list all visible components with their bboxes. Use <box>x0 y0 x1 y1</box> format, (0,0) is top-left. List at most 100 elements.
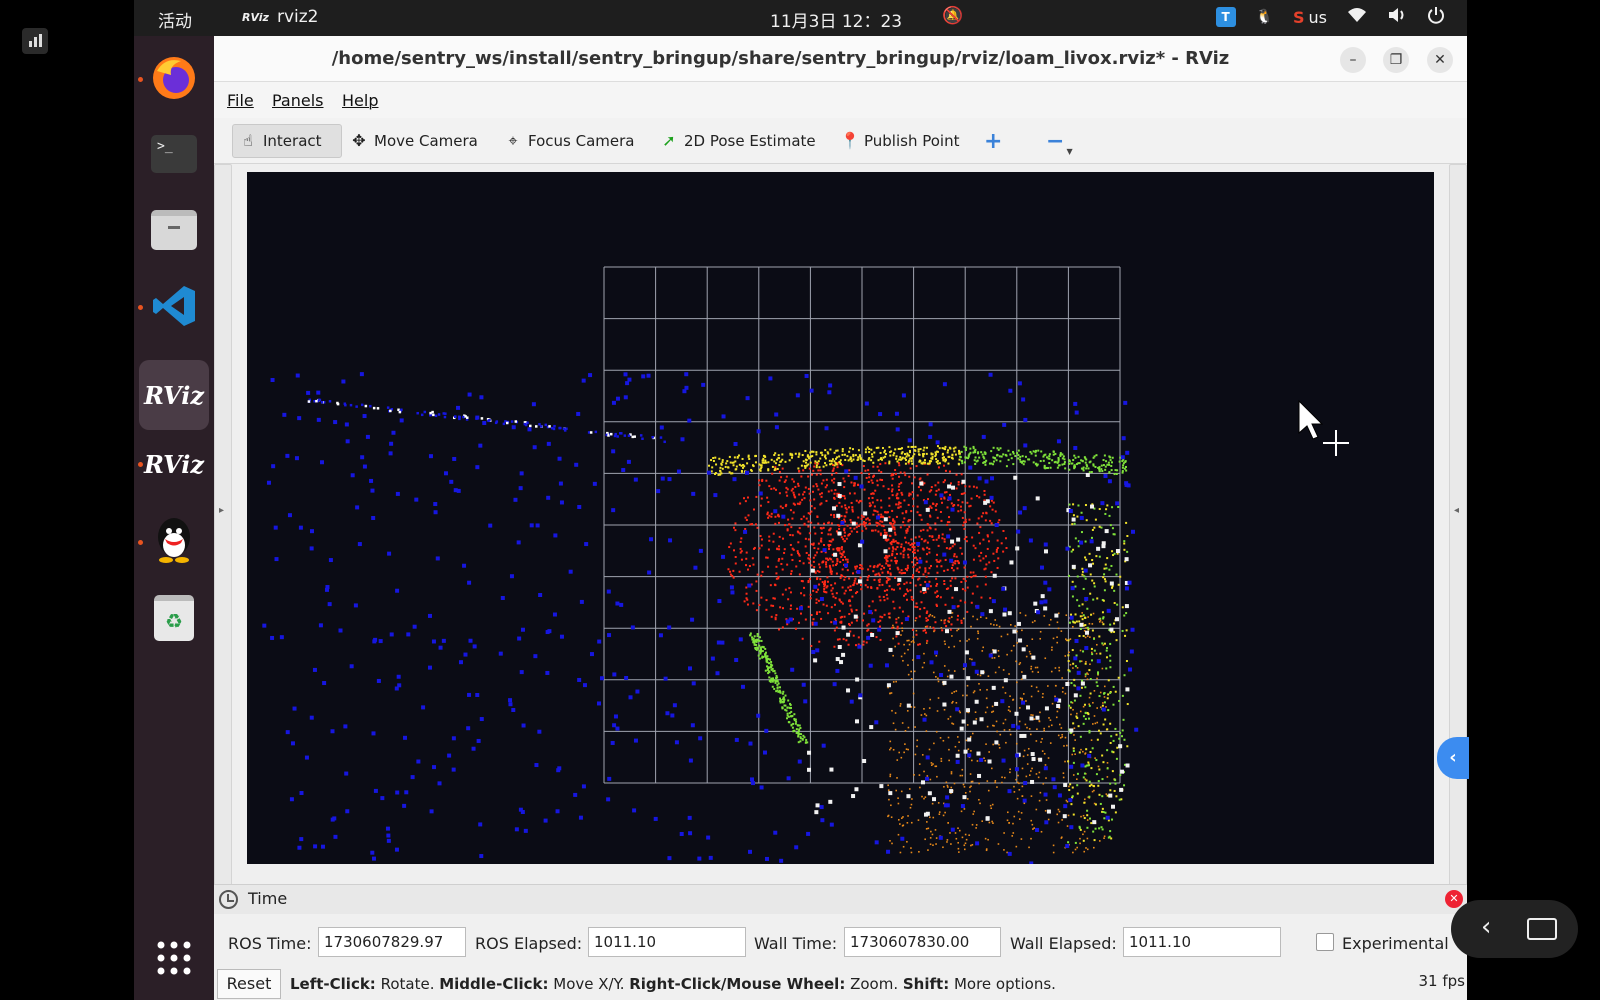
maximize-button[interactable]: ❐ <box>1383 47 1409 73</box>
cloud-point <box>731 574 734 577</box>
cloud-point <box>479 717 484 722</box>
add-tool-button[interactable]: + <box>978 124 1008 158</box>
cloud-point <box>846 569 849 572</box>
menu-panels[interactable]: Panels <box>272 91 324 110</box>
move-camera-tool[interactable]: ✥ Move Camera <box>344 124 484 158</box>
rviz-dock-icon-active[interactable]: RViz <box>139 360 209 430</box>
trash-icon[interactable]: ♻ <box>148 592 200 644</box>
side-drawer-tab[interactable]: ‹ <box>1437 737 1469 779</box>
rviz-dock-icon[interactable]: RViz <box>144 438 204 490</box>
cloud-point <box>902 824 905 827</box>
cloud-point <box>505 421 509 425</box>
close-panel-icon[interactable]: ✕ <box>1445 890 1463 908</box>
cloud-point <box>1017 810 1020 813</box>
cloud-point <box>928 707 931 709</box>
cloud-point <box>916 541 921 546</box>
point-cloud-render[interactable] <box>247 172 1434 864</box>
cloud-point <box>799 740 802 743</box>
ime-indicator[interactable]: us <box>1309 8 1327 27</box>
activities-button[interactable]: 活动 <box>158 7 192 32</box>
app-indicator[interactable]: RViz rviz2 <box>242 7 318 27</box>
menu-help[interactable]: Help <box>342 91 378 110</box>
left-dock-collapse-handle[interactable]: ▸ <box>214 164 232 916</box>
minimize-button[interactable]: – <box>1340 47 1366 73</box>
cloud-point <box>951 577 954 580</box>
cloud-point <box>1090 536 1093 539</box>
cloud-point <box>891 524 894 527</box>
firefox-icon[interactable] <box>148 52 200 104</box>
cloud-point <box>1007 709 1010 711</box>
cloud-point <box>447 753 452 758</box>
cloud-point <box>830 621 833 624</box>
cloud-point <box>1070 701 1073 704</box>
cloud-point <box>975 718 978 720</box>
cloud-point <box>935 558 938 561</box>
cloud-point <box>914 563 917 566</box>
power-icon[interactable] <box>1427 6 1445 28</box>
app-grid-icon[interactable] <box>148 932 200 984</box>
focus-camera-tool[interactable]: ⌖ Focus Camera <box>498 124 640 158</box>
cloud-point <box>965 540 968 543</box>
cloud-point <box>990 462 993 465</box>
cloud-point <box>950 827 955 832</box>
close-button[interactable]: ✕ <box>1427 47 1453 73</box>
sogou-icon[interactable]: S <box>1293 8 1305 27</box>
clock[interactable]: 11月3日 12：23 <box>770 7 902 32</box>
cloud-point <box>1084 646 1089 651</box>
stats-icon[interactable] <box>22 28 48 54</box>
cloud-point <box>911 546 914 549</box>
cloud-point <box>597 701 602 706</box>
remove-tool-button[interactable]: − ▼ <box>1040 124 1079 158</box>
cloud-point <box>971 759 973 762</box>
keyboard-icon[interactable] <box>1527 918 1557 940</box>
interact-tool[interactable]: ☝ Interact <box>232 124 342 158</box>
qq-icon[interactable] <box>148 514 200 566</box>
cloud-point <box>1004 537 1007 540</box>
cloud-point <box>1016 452 1019 455</box>
cloud-point <box>918 535 921 538</box>
cloud-point <box>994 523 999 528</box>
cloud-point <box>955 487 958 490</box>
cloud-point <box>993 559 996 562</box>
files-icon[interactable] <box>148 204 200 256</box>
qq-icon[interactable]: 🐧 <box>1256 9 1273 25</box>
right-dock-collapse-handle[interactable]: ◂ <box>1449 164 1467 916</box>
back-chevron-icon[interactable]: ‹ <box>1481 912 1491 942</box>
cloud-point <box>1127 580 1132 585</box>
cloud-point <box>797 482 800 485</box>
reset-button[interactable]: Reset <box>217 969 281 999</box>
cloud-point <box>825 499 828 502</box>
cloud-point <box>937 481 940 484</box>
menu-bar: File Panels Help <box>214 82 1467 118</box>
ros-time-field[interactable] <box>318 927 466 957</box>
vscode-icon[interactable] <box>148 280 200 332</box>
cloud-point <box>983 757 985 759</box>
cloud-point <box>1049 742 1052 744</box>
cloud-point <box>881 616 884 619</box>
cloud-point <box>1038 757 1043 762</box>
cloud-point <box>804 618 807 621</box>
wall-time-field[interactable] <box>844 927 1001 957</box>
cloud-point <box>1101 621 1104 624</box>
cloud-point <box>879 784 884 789</box>
title-bar[interactable]: /home/sentry_ws/install/sentry_bringup/s… <box>214 36 1467 82</box>
ros-elapsed-field[interactable] <box>588 927 746 957</box>
wifi-icon[interactable] <box>1347 7 1367 27</box>
experimental-checkbox[interactable] <box>1316 933 1334 951</box>
menu-file[interactable]: File <box>227 91 254 110</box>
3d-render-viewport[interactable] <box>247 172 1434 864</box>
cloud-point <box>820 537 823 540</box>
toolbox-icon[interactable]: T <box>1215 7 1236 27</box>
volume-icon[interactable] <box>1387 7 1407 27</box>
cloud-point <box>785 491 788 494</box>
wall-elapsed-field[interactable] <box>1123 927 1281 957</box>
publish-point-tool[interactable]: 📍 Publish Point <box>834 124 965 158</box>
pose-estimate-tool[interactable]: ➚ 2D Pose Estimate <box>654 124 822 158</box>
terminal-icon[interactable]: >_ <box>148 128 200 180</box>
cloud-point <box>1049 618 1052 621</box>
cloud-point <box>935 460 938 463</box>
cloud-point <box>1077 725 1080 728</box>
cloud-point <box>1080 748 1082 751</box>
cloud-point <box>919 590 922 593</box>
cloud-point <box>746 603 749 606</box>
